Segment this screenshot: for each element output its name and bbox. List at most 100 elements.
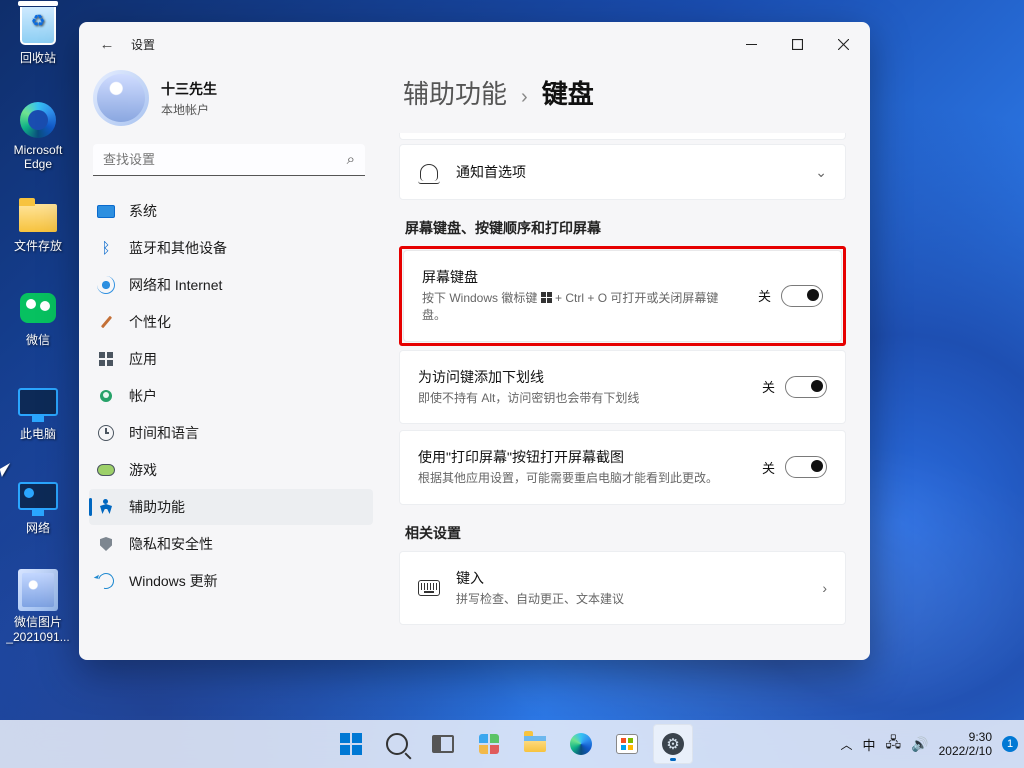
nav-windows-update[interactable]: Windows 更新 [89, 563, 373, 599]
desktop-icon-label: Microsoft Edge [0, 143, 76, 171]
close-button[interactable] [820, 28, 866, 60]
taskbar-search[interactable] [377, 724, 417, 764]
tray-network-icon[interactable]: 🖧 [886, 732, 902, 756]
task-view-icon [432, 735, 454, 753]
nav-accounts[interactable]: 帐户 [89, 378, 373, 414]
search-input[interactable] [93, 144, 365, 176]
system-tray[interactable]: ︿ 中 🖧 🔊 9:30 2022/2/10 1 [841, 730, 1018, 759]
nav-accessibility[interactable]: 辅助功能 [89, 489, 373, 525]
nav-label: 隐私和安全性 [129, 534, 213, 554]
nav-gaming[interactable]: 游戏 [89, 452, 373, 488]
chevron-down-icon: ⌄ [815, 164, 827, 181]
nav-bluetooth[interactable]: ᛒ 蓝牙和其他设备 [89, 230, 373, 266]
avatar [93, 70, 149, 126]
desktop-icon-label: 回收站 [20, 49, 56, 66]
edge-icon [20, 102, 56, 138]
desktop-icon-this-pc[interactable]: 此电脑 [0, 382, 76, 464]
card-sub: 根据其他应用设置，可能需要重启电脑才能看到此更改。 [418, 470, 746, 487]
back-button[interactable]: ← [93, 30, 121, 58]
tray-notification-badge[interactable]: 1 [1002, 736, 1018, 752]
image-thumb-icon [18, 569, 58, 611]
keyboard-icon [418, 577, 440, 599]
maximize-button[interactable] [774, 28, 820, 60]
desktop-icon-recycle-bin[interactable]: 回收站 [0, 6, 76, 88]
this-pc-icon [18, 388, 58, 416]
desktop-icon-image[interactable]: 微信图片_2021091... [0, 570, 76, 652]
profile-name: 十三先生 [161, 79, 217, 99]
tray-ime[interactable]: 中 [863, 735, 876, 754]
card-title: 通知首选项 [456, 162, 799, 182]
taskbar-center [331, 724, 693, 764]
bell-icon [418, 161, 440, 183]
nav-time-language[interactable]: 时间和语言 [89, 415, 373, 451]
nav-label: 蓝牙和其他设备 [129, 238, 227, 258]
toggle-state-label: 关 [762, 458, 775, 477]
minimize-button[interactable] [728, 28, 774, 60]
desktop-icons: 回收站 Microsoft Edge 文件存放 微信 此电脑 网络 微信图片_2… [0, 0, 80, 664]
card-sub: 按下 Windows 徽标键 + Ctrl + O 可打开或关闭屏幕键盘。 [422, 290, 742, 325]
card-print-screen[interactable]: 使用"打印屏幕"按钮打开屏幕截图 根据其他应用设置，可能需要重启电脑才能看到此更… [399, 430, 846, 504]
card-typing[interactable]: 键入 拼写检查、自动更正、文本建议 › [399, 551, 846, 625]
profile-block[interactable]: 十三先生 本地帐户 [79, 66, 379, 142]
nav-label: Windows 更新 [129, 571, 218, 591]
toggle-print-screen[interactable] [785, 456, 827, 478]
desktop-icon-edge[interactable]: Microsoft Edge [0, 100, 76, 182]
card-onscreen-keyboard[interactable]: 屏幕键盘 按下 Windows 徽标键 + Ctrl + O 可打开或关闭屏幕键… [403, 250, 842, 342]
highlight-box: 屏幕键盘 按下 Windows 徽标键 + Ctrl + O 可打开或关闭屏幕键… [399, 246, 846, 346]
taskbar-start[interactable] [331, 724, 371, 764]
profile-sub: 本地帐户 [161, 101, 217, 118]
breadcrumb: 辅助功能 › 键盘 [403, 74, 846, 111]
network-icon [18, 482, 58, 510]
taskbar-widgets[interactable] [469, 724, 509, 764]
content-pane[interactable]: 辅助功能 › 键盘 通知首选项 ⌄ 屏幕键盘、按键顺序和打印屏幕 屏幕键盘 [389, 66, 870, 660]
card-title: 屏幕键盘 [422, 267, 742, 287]
titlebar[interactable]: ← 设置 [79, 22, 870, 66]
card-sub: 拼写检查、自动更正、文本建议 [456, 591, 806, 608]
store-icon [616, 734, 638, 754]
desktop-icon-wechat[interactable]: 微信 [0, 288, 76, 370]
toggle-onscreen-keyboard[interactable] [781, 285, 823, 307]
system-icon [97, 205, 115, 218]
toggle-underline[interactable] [785, 376, 827, 398]
toggle-state-label: 关 [758, 286, 771, 305]
settings-window: ← 设置 十三先生 本地帐户 ⌕ 系统 ᛒ 蓝牙和其他设备 网络和 Interne… [79, 22, 870, 660]
nav-label: 辅助功能 [129, 497, 185, 517]
desktop-icon-network[interactable]: 网络 [0, 476, 76, 558]
sidebar: 十三先生 本地帐户 ⌕ 系统 ᛒ 蓝牙和其他设备 网络和 Internet 个性化… [79, 66, 389, 660]
taskbar-edge[interactable] [561, 724, 601, 764]
gear-icon [662, 733, 684, 755]
privacy-icon [100, 537, 112, 551]
card-underline-access-keys[interactable]: 为访问键添加下划线 即使不持有 Alt，访问密钥也会带有下划线 关 [399, 350, 846, 424]
desktop-icon-folder[interactable]: 文件存放 [0, 194, 76, 276]
time-icon [98, 425, 114, 441]
card-notification-prefs[interactable]: 通知首选项 ⌄ [399, 144, 846, 200]
card-title: 为访问键添加下划线 [418, 367, 746, 387]
update-icon [95, 570, 117, 592]
taskbar-taskview[interactable] [423, 724, 463, 764]
bluetooth-icon: ᛒ [97, 239, 115, 257]
taskbar-explorer[interactable] [515, 724, 555, 764]
tray-overflow-icon[interactable]: ︿ [841, 736, 853, 753]
nav-system[interactable]: 系统 [89, 193, 373, 229]
network-nav-icon [99, 278, 113, 292]
taskbar-store[interactable] [607, 724, 647, 764]
tray-time: 9:30 [939, 730, 992, 744]
breadcrumb-parent[interactable]: 辅助功能 [403, 74, 507, 111]
nav-apps[interactable]: 应用 [89, 341, 373, 377]
taskbar-settings[interactable] [653, 724, 693, 764]
accessibility-icon [98, 499, 114, 515]
nav-privacy[interactable]: 隐私和安全性 [89, 526, 373, 562]
window-title: 设置 [131, 36, 155, 53]
search-box[interactable]: ⌕ [93, 144, 365, 176]
nav-personalization[interactable]: 个性化 [89, 304, 373, 340]
section-header-related: 相关设置 [405, 523, 846, 543]
desktop-icon-label: 文件存放 [14, 237, 62, 254]
taskbar[interactable]: ︿ 中 🖧 🔊 9:30 2022/2/10 1 [0, 720, 1024, 768]
folder-icon [19, 204, 57, 232]
nav-list: 系统 ᛒ 蓝牙和其他设备 网络和 Internet 个性化 应用 帐户 时间和语言… [79, 190, 379, 660]
tray-clock[interactable]: 9:30 2022/2/10 [939, 730, 992, 759]
tray-volume-icon[interactable]: 🔊 [911, 736, 928, 753]
edge-icon [570, 733, 592, 755]
nav-network[interactable]: 网络和 Internet [89, 267, 373, 303]
desktop-icon-label: 网络 [26, 519, 50, 536]
